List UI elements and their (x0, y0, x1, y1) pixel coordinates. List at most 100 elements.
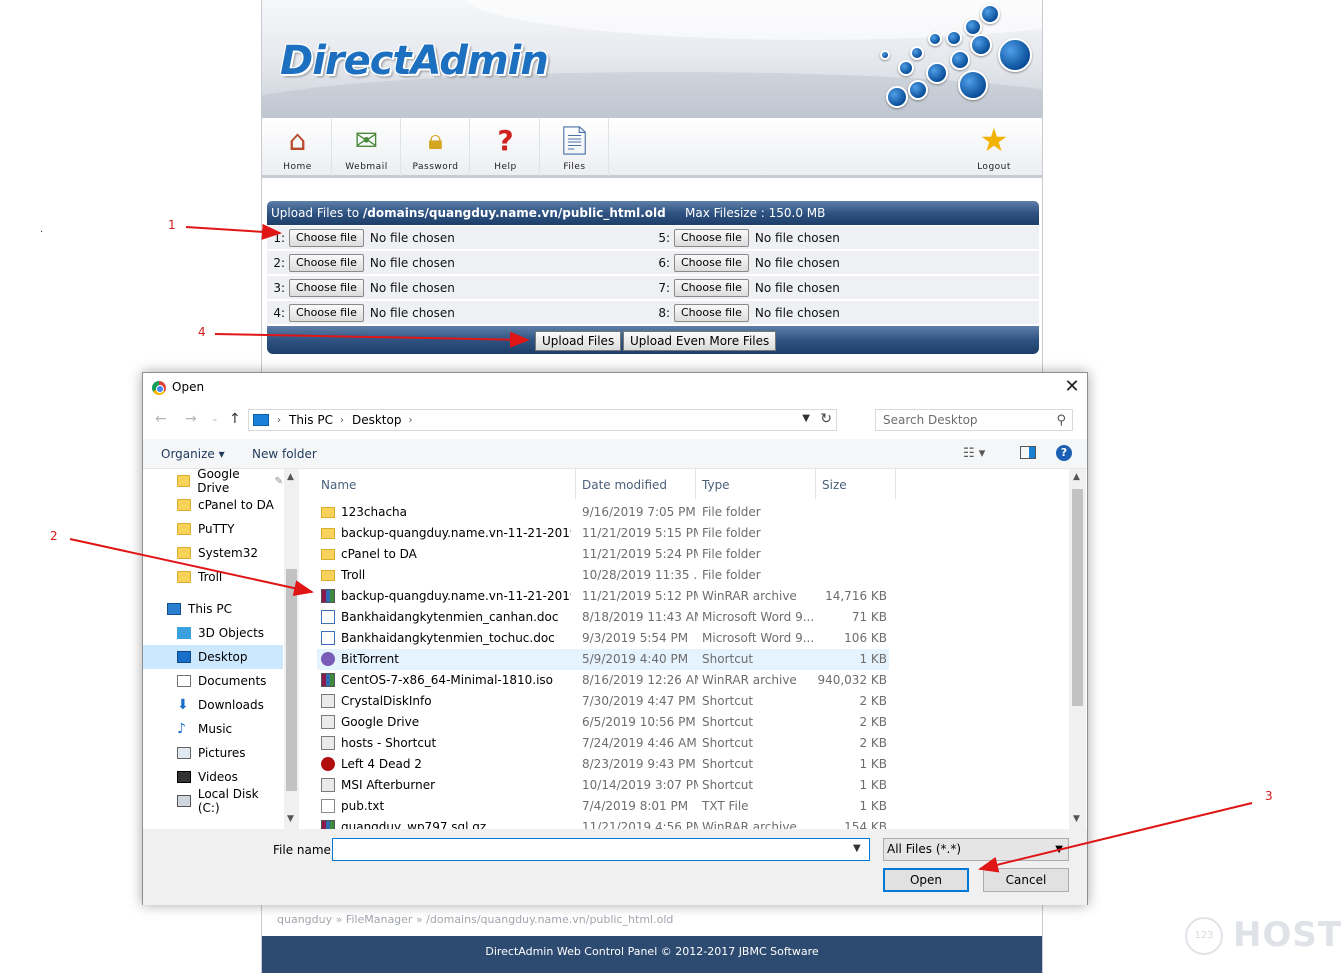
file-name: backup-quangduy.name.vn-11-21-2019 (341, 526, 571, 540)
file-date: 8/16/2019 12:26 AM (582, 673, 698, 687)
nav-pane-item[interactable]: ♪ Music (143, 717, 283, 741)
home-icon: ⌂ (288, 123, 307, 157)
chevron-down-icon[interactable]: ▼ (802, 413, 810, 424)
column-type[interactable]: Type (702, 478, 730, 492)
nav-pane-item[interactable]: Videos (143, 765, 283, 789)
nav-pane-item-selected[interactable]: Desktop (143, 645, 283, 669)
file-row[interactable]: cPanel to DA 11/21/2019 5:24 PM File folde… (317, 544, 889, 565)
nav-pane-item[interactable]: Local Disk (C:) (143, 787, 283, 815)
videos-icon (177, 771, 191, 783)
file-size: 106 KB (844, 631, 887, 645)
file-row[interactable]: Google Drive 6/5/2019 10:56 PM Shortcut 2 K… (317, 712, 889, 733)
upload-more-files-button[interactable]: Upload Even More Files (623, 331, 777, 351)
help-icon[interactable]: ? (1056, 445, 1072, 461)
preview-pane-icon[interactable] (1020, 446, 1036, 459)
open-file-dialog: Open ✕ ← → ⌄ ↑ › This PC › Desktop › ▼ ↻… (142, 372, 1088, 905)
folder-icon (321, 507, 335, 518)
scroll-up-icon[interactable]: ▲ (287, 472, 294, 482)
file-row[interactable]: CrystalDiskInfo 7/30/2019 4:47 PM Shortcut… (317, 691, 889, 712)
open-button[interactable]: Open (883, 868, 969, 892)
file-row[interactable]: backup-quangduy.name.vn-11-21-2019 11/21/… (317, 523, 889, 544)
filename-input[interactable] (332, 838, 870, 861)
file-row[interactable]: Bankhaidangkytenmien_tochuc.doc 9/3/2019 … (317, 628, 889, 649)
nav-logout[interactable]: ★ Logout (960, 118, 1028, 176)
choose-file-button[interactable]: Choose file (674, 304, 749, 322)
crumb-this-pc[interactable]: This PC (289, 413, 333, 427)
choose-file-button[interactable]: Choose file (289, 304, 364, 322)
choose-file-button[interactable]: Choose file (674, 279, 749, 297)
nav-help[interactable]: ? Help (472, 118, 540, 176)
file-list-scrollbar[interactable]: ▲ ▼ (1069, 469, 1086, 829)
file-row[interactable]: BitTorrent 5/9/2019 4:40 PM Shortcut 1 KB (317, 649, 889, 670)
column-date[interactable]: Date modified (582, 478, 667, 492)
file-size: 2 KB (859, 715, 887, 729)
nav-pane-item[interactable]: 3D Objects (143, 621, 283, 645)
rar-file-icon (321, 589, 335, 603)
nav-pane-item[interactable]: ⬇ Downloads (143, 693, 283, 717)
file-type-filter[interactable]: All Files (*.*) ▼ (883, 838, 1069, 861)
address-bar[interactable]: › This PC › Desktop › ▼ ↻ (248, 409, 837, 431)
file-row[interactable]: MSI Afterburner 10/14/2019 3:07 PM Shortcu… (317, 775, 889, 796)
nav-webmail[interactable]: ✉ Webmail (333, 118, 401, 176)
file-date: 7/30/2019 4:47 PM (582, 694, 696, 708)
chevron-right-icon: › (339, 414, 344, 426)
nav-pane-item[interactable]: This PC (143, 597, 283, 621)
scroll-down-icon[interactable]: ▼ (287, 814, 294, 824)
column-size[interactable]: Size (822, 478, 847, 492)
nav-pane-item[interactable]: Troll (143, 565, 283, 589)
folder-icon (321, 528, 335, 539)
file-row[interactable]: 123chacha 9/16/2019 7:05 PM File folder (317, 502, 889, 523)
column-name[interactable]: Name (321, 478, 356, 492)
nav-files[interactable]: 📄︎ Files (541, 118, 609, 176)
folder-icon (177, 571, 191, 583)
up-arrow-icon[interactable]: ↑ (229, 411, 241, 427)
file-row[interactable]: Bankhaidangkytenmien_canhan.doc 8/18/2019… (317, 607, 889, 628)
file-row[interactable]: hosts - Shortcut 7/24/2019 4:46 AM Shortcu… (317, 733, 889, 754)
upload-files-button[interactable]: Upload Files (535, 331, 622, 351)
scroll-down-icon[interactable]: ▼ (1073, 814, 1080, 824)
choose-file-button[interactable]: Choose file (674, 254, 749, 272)
choose-file-button[interactable]: Choose file (674, 229, 749, 247)
nav-pane-item[interactable]: System32 (143, 541, 283, 565)
file-row[interactable]: backup-quangduy.name.vn-11-21-2019.t... 1… (317, 586, 889, 607)
file-date: 7/4/2019 8:01 PM (582, 799, 689, 813)
view-options-icon[interactable]: ☷ ▾ (963, 446, 985, 461)
file-name: Bankhaidangkytenmien_canhan.doc (341, 610, 559, 624)
new-folder-button[interactable]: New folder (252, 447, 317, 461)
chevron-down-icon[interactable]: ▼ (853, 843, 861, 854)
file-type: TXT File (702, 799, 749, 813)
filename-row: File name: ▼ All Files (*.*) ▼ Open Canc… (143, 829, 1087, 905)
nav-password[interactable]: 🔒︎ Password (402, 118, 470, 176)
search-input[interactable]: Search Desktop ⚲ (875, 409, 1073, 431)
choose-file-button[interactable]: Choose file (289, 254, 364, 272)
scrollbar-thumb[interactable] (1072, 489, 1083, 706)
organize-menu[interactable]: Organize ▾ (161, 447, 225, 461)
close-icon[interactable]: ✕ (1061, 376, 1083, 398)
file-date: 6/5/2019 10:56 PM (582, 715, 696, 729)
refresh-icon[interactable]: ↻ (820, 411, 832, 427)
crumb-desktop[interactable]: Desktop (352, 413, 402, 427)
forward-arrow-icon[interactable]: → (185, 411, 197, 427)
nav-pane-item[interactable]: Pictures (143, 741, 283, 765)
file-type: Shortcut (702, 652, 754, 666)
nav-pane-item[interactable]: Documents (143, 669, 283, 693)
doc-file-icon (321, 631, 335, 645)
scrollbar-thumb[interactable] (286, 569, 297, 791)
file-row[interactable]: pub.txt 7/4/2019 8:01 PM TXT File 1 KB (317, 796, 889, 817)
recent-dropdown-icon[interactable]: ⌄ (211, 414, 219, 424)
choose-file-button[interactable]: Choose file (289, 229, 364, 247)
file-row[interactable]: Left 4 Dead 2 8/23/2019 9:43 PM Shortcut 1 … (317, 754, 889, 775)
file-row[interactable]: quangduy_wp797.sql.gz 11/21/2019 4:56 PM W… (317, 817, 889, 829)
cancel-button[interactable]: Cancel (983, 868, 1069, 892)
back-arrow-icon[interactable]: ← (155, 411, 167, 427)
nav-pane-scrollbar[interactable]: ▲ ▼ (284, 469, 299, 829)
nav-pane-item[interactable]: cPanel to DA (143, 493, 283, 517)
nav-pane-item[interactable]: Google Drive ✎ (143, 469, 283, 495)
nav-home[interactable]: ⌂ Home (264, 118, 332, 176)
choose-file-button[interactable]: Choose file (289, 279, 364, 297)
file-row[interactable]: Troll 10/28/2019 11:35 ... File folder (317, 565, 889, 586)
scroll-up-icon[interactable]: ▲ (1073, 472, 1080, 482)
folder-icon (177, 475, 191, 487)
nav-pane-item[interactable]: PuTTY (143, 517, 283, 541)
file-row[interactable]: CentOS-7-x86_64-Minimal-1810.iso 8/16/201… (317, 670, 889, 691)
